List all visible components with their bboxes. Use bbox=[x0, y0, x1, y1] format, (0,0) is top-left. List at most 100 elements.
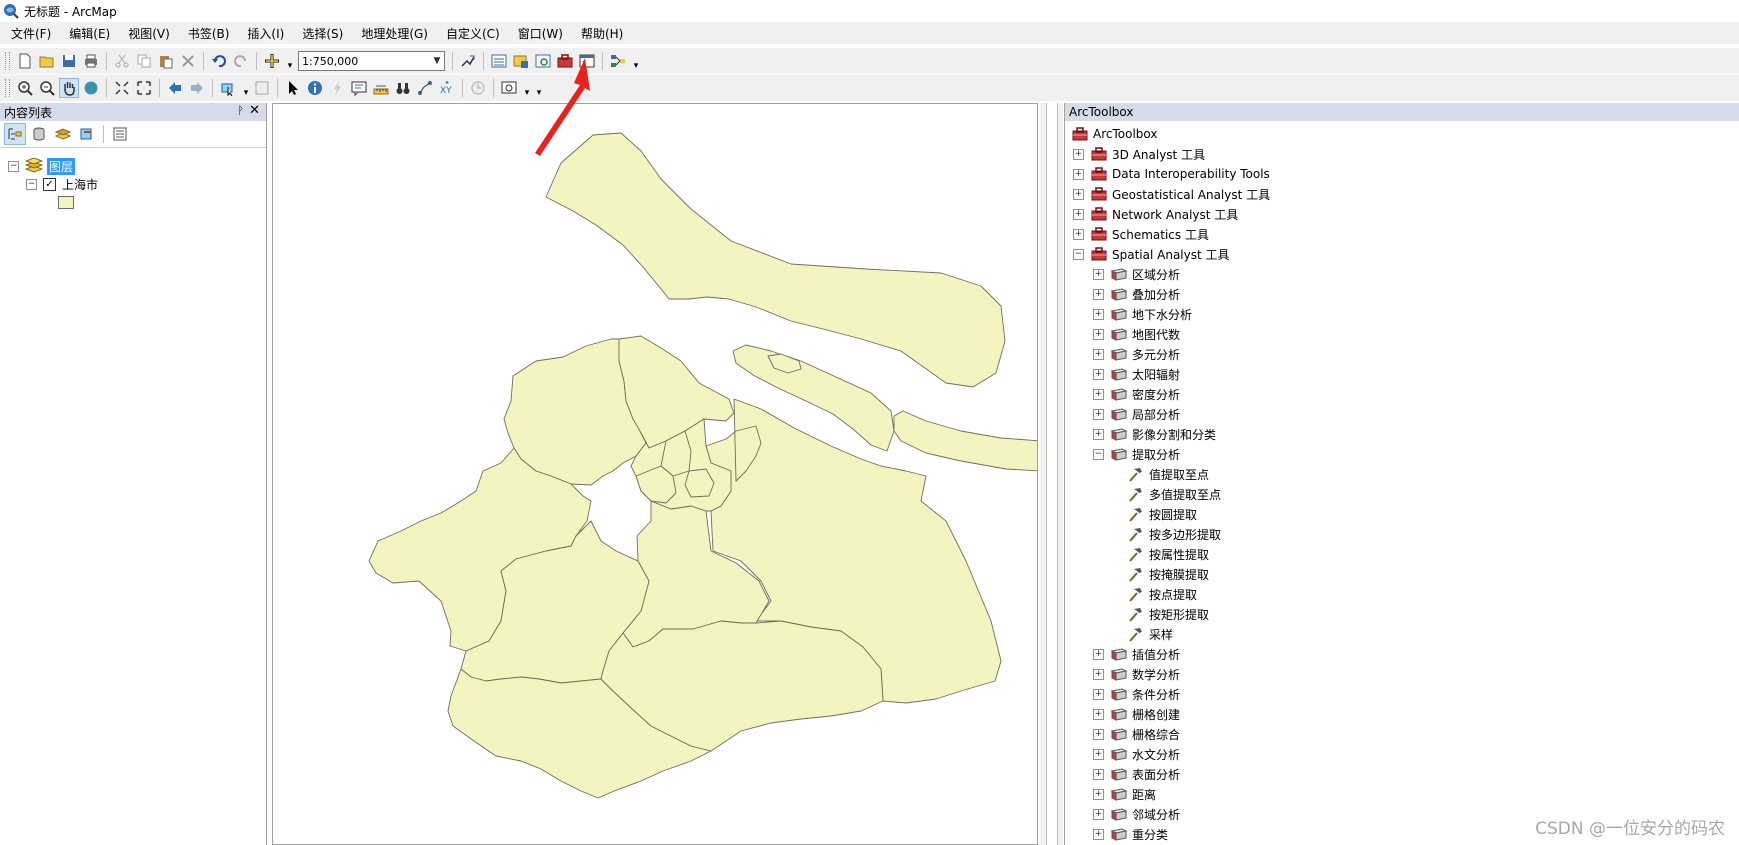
toolset-item-label[interactable]: 太阳辐射 bbox=[1132, 366, 1180, 383]
toolset-item-label[interactable]: 栅格创建 bbox=[1132, 706, 1180, 723]
go-to-xy-button[interactable]: XY bbox=[437, 78, 457, 98]
toolset-item-label[interactable]: 栅格综合 bbox=[1132, 726, 1180, 743]
toolbar-grip[interactable] bbox=[5, 52, 10, 70]
list-by-source-button[interactable] bbox=[28, 123, 50, 145]
redo-button[interactable] bbox=[231, 51, 251, 71]
toc-options-button[interactable] bbox=[109, 123, 131, 145]
toolbox-item[interactable]: + Data Interoperability Tools bbox=[1073, 165, 1270, 183]
tool-item[interactable]: 多值提取至点 bbox=[1127, 485, 1221, 503]
expand-icon[interactable]: + bbox=[1073, 228, 1084, 240]
expand-icon[interactable]: + bbox=[1093, 788, 1104, 800]
layer-legend-row[interactable] bbox=[58, 193, 74, 211]
toolset-item-label[interactable]: 地下水分析 bbox=[1132, 306, 1192, 323]
pan-button[interactable] bbox=[59, 78, 79, 98]
paste-button[interactable] bbox=[156, 51, 176, 71]
toolbox-item[interactable]: + Schematics 工具 bbox=[1073, 225, 1209, 243]
menu-bookmarks[interactable]: 书签(B) bbox=[177, 25, 237, 42]
menu-windows[interactable]: 窗口(W) bbox=[507, 25, 570, 42]
select-elements-button[interactable] bbox=[283, 78, 303, 98]
toolset-item-label[interactable]: 距离 bbox=[1132, 786, 1156, 803]
toolset-item-label[interactable]: 提取分析 bbox=[1132, 446, 1180, 463]
toolset-item-label[interactable]: 表面分析 bbox=[1132, 766, 1180, 783]
collapse-icon[interactable]: − bbox=[1073, 248, 1084, 260]
chevron-down-icon[interactable]: ▾ bbox=[241, 78, 251, 98]
identify-button[interactable] bbox=[305, 78, 325, 98]
toolset-item[interactable]: + 栅格综合 bbox=[1093, 725, 1180, 743]
expand-icon[interactable]: + bbox=[1093, 668, 1104, 680]
modelbuilder-button[interactable] bbox=[608, 51, 628, 71]
toolset-item[interactable]: + 密度分析 bbox=[1093, 385, 1180, 403]
tool-item-label[interactable]: 按点提取 bbox=[1149, 586, 1197, 603]
expand-icon[interactable]: + bbox=[1093, 268, 1104, 280]
panel-splitter[interactable] bbox=[1040, 103, 1063, 845]
toolbox-item-label[interactable]: Data Interoperability Tools bbox=[1112, 167, 1270, 181]
open-button[interactable] bbox=[37, 51, 57, 71]
toolbox-item-label[interactable]: Spatial Analyst 工具 bbox=[1112, 246, 1230, 263]
toolset-item[interactable]: − 提取分析 bbox=[1093, 445, 1180, 463]
toolset-item[interactable]: + 区域分析 bbox=[1093, 265, 1180, 283]
zoom-out-button[interactable] bbox=[37, 78, 57, 98]
map-scale-input[interactable] bbox=[299, 54, 423, 68]
toolbox-item[interactable]: +3D Analyst 工具 bbox=[1073, 145, 1205, 163]
toolset-item-label[interactable]: 局部分析 bbox=[1132, 406, 1180, 423]
expand-icon[interactable]: + bbox=[1093, 748, 1104, 760]
toolset-item-label[interactable]: 插值分析 bbox=[1132, 646, 1180, 663]
list-by-visibility-button[interactable] bbox=[52, 123, 74, 145]
toolset-item-label[interactable]: 邻域分析 bbox=[1132, 806, 1180, 823]
expand-icon[interactable]: + bbox=[1093, 328, 1104, 340]
toolset-item[interactable]: + 栅格创建 bbox=[1093, 705, 1180, 723]
toolbox-item-label[interactable]: 3D Analyst 工具 bbox=[1112, 146, 1205, 163]
toolset-item-label[interactable]: 数学分析 bbox=[1132, 666, 1180, 683]
toc-layer-row[interactable]: − ✓ 上海市 bbox=[26, 175, 98, 193]
menu-view[interactable]: 视图(V) bbox=[117, 25, 177, 42]
map-display[interactable] bbox=[272, 103, 1038, 845]
expand-icon[interactable]: + bbox=[1093, 728, 1104, 740]
toolbar-grip[interactable] bbox=[5, 79, 10, 97]
toolset-item[interactable]: + 插值分析 bbox=[1093, 645, 1180, 663]
toolbox-item-label[interactable]: Network Analyst 工具 bbox=[1112, 206, 1238, 223]
html-popup-button[interactable] bbox=[349, 78, 369, 98]
toolset-item[interactable]: + 数学分析 bbox=[1093, 665, 1180, 683]
table-of-contents-button[interactable] bbox=[489, 51, 509, 71]
toolset-item-label[interactable]: 区域分析 bbox=[1132, 266, 1180, 283]
chevron-down-icon[interactable]: ▾ bbox=[522, 78, 532, 98]
tool-item[interactable]: 按圆提取 bbox=[1127, 505, 1197, 523]
collapse-icon[interactable]: − bbox=[26, 178, 37, 190]
toc-root-layers[interactable]: − 图层 bbox=[8, 157, 76, 175]
tool-item-label[interactable]: 按属性提取 bbox=[1149, 546, 1209, 563]
toolset-item-label[interactable]: 多元分析 bbox=[1132, 346, 1180, 363]
expand-icon[interactable]: + bbox=[1093, 428, 1104, 440]
toolset-item[interactable]: + 影像分割和分类 bbox=[1093, 425, 1216, 443]
layers-data-frame-label[interactable]: 图层 bbox=[47, 157, 76, 175]
toolbar-options-icon[interactable]: ▾ bbox=[631, 51, 641, 71]
toolset-item[interactable]: + 距离 bbox=[1093, 785, 1156, 803]
tool-item-label[interactable]: 多值提取至点 bbox=[1149, 486, 1221, 503]
menu-selection[interactable]: 选择(S) bbox=[291, 25, 350, 42]
toolset-item-label[interactable]: 条件分析 bbox=[1132, 686, 1180, 703]
measure-button[interactable] bbox=[371, 78, 391, 98]
toolset-item-label[interactable]: 重分类 bbox=[1132, 826, 1168, 843]
full-extent-button[interactable] bbox=[81, 78, 101, 98]
expand-icon[interactable]: + bbox=[1093, 308, 1104, 320]
toolset-item[interactable]: + 条件分析 bbox=[1093, 685, 1180, 703]
expand-icon[interactable]: + bbox=[1093, 688, 1104, 700]
arctoolbox-window-button[interactable] bbox=[555, 51, 575, 71]
toolset-item[interactable]: + 局部分析 bbox=[1093, 405, 1180, 423]
list-by-selection-button[interactable] bbox=[76, 123, 98, 145]
tool-item[interactable]: 按矩形提取 bbox=[1127, 605, 1209, 623]
toolset-item-label[interactable]: 影像分割和分类 bbox=[1132, 426, 1216, 443]
clear-selection-button[interactable] bbox=[252, 78, 272, 98]
close-icon[interactable]: ✕ bbox=[249, 103, 260, 118]
toolbox-item-label[interactable]: Geostatistical Analyst 工具 bbox=[1112, 186, 1270, 203]
cut-button[interactable] bbox=[112, 51, 132, 71]
toolset-item-label[interactable]: 密度分析 bbox=[1132, 386, 1180, 403]
find-route-button[interactable] bbox=[415, 78, 435, 98]
toolset-item[interactable]: + 水文分析 bbox=[1093, 745, 1180, 763]
expand-icon[interactable]: + bbox=[1093, 808, 1104, 820]
expand-icon[interactable]: + bbox=[1073, 208, 1084, 220]
toolset-item-label[interactable]: 地图代数 bbox=[1132, 326, 1180, 343]
tool-item[interactable]: 按掩膜提取 bbox=[1127, 565, 1209, 583]
list-by-drawing-order-button[interactable] bbox=[4, 123, 26, 145]
catalog-window-button[interactable] bbox=[511, 51, 531, 71]
arctoolbox-root[interactable]: ArcToolbox bbox=[1071, 125, 1157, 143]
